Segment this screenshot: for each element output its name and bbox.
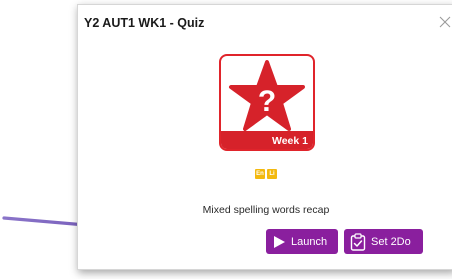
play-icon	[274, 235, 285, 248]
launch-button-label: Launch	[291, 235, 328, 248]
launch-button[interactable]: Launch	[266, 229, 338, 254]
set2do-button-label: Set 2Do	[371, 235, 411, 248]
dialog-title: Y2 AUT1 WK1 - Quiz	[84, 16, 205, 30]
quiz-description: Mixed spelling words recap	[202, 204, 330, 216]
svg-text:?: ?	[258, 85, 276, 118]
clipboard-check-icon	[350, 232, 366, 251]
set2do-button[interactable]: Set 2Do	[344, 229, 423, 254]
close-icon[interactable]	[438, 15, 452, 29]
subject-tags: En Li	[255, 169, 277, 179]
quiz-thumbnail: ? Week 1	[219, 54, 315, 151]
quiz-dialog: Y2 AUT1 WK1 - Quiz ? Week 1 En Li Mixed …	[77, 4, 452, 270]
week-label: Week 1	[272, 135, 308, 147]
screenshot-stage: Y2 AUT1 WK1 - Quiz ? Week 1 En Li Mixed …	[0, 0, 452, 279]
tag-literacy: Li	[267, 169, 277, 179]
tag-english: En	[255, 169, 265, 179]
question-star-icon: ?	[229, 60, 305, 131]
